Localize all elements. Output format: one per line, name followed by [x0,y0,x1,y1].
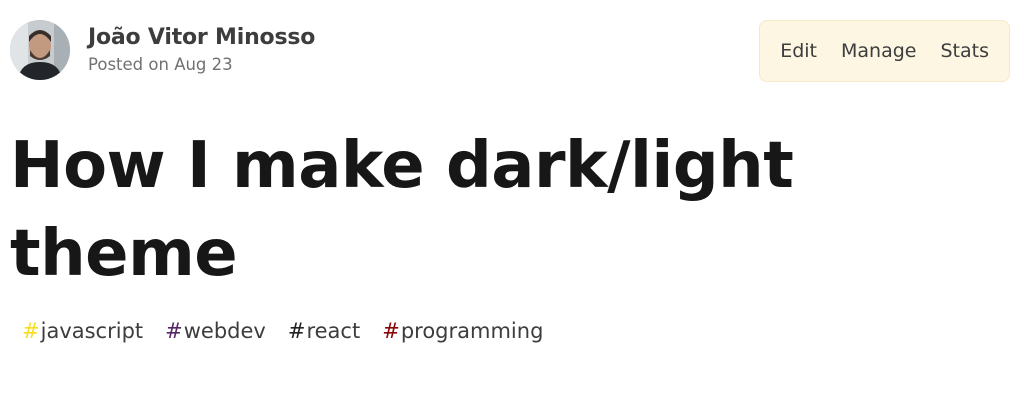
tag-hash: # [287,319,306,343]
tag-name: webdev [183,319,266,343]
author-meta: João Vitor Minosso Posted on Aug 23 [88,24,315,76]
article-header: João Vitor Minosso Posted on Aug 23 Edit… [0,0,1032,402]
tag-name: react [306,319,361,343]
edit-button[interactable]: Edit [768,33,829,69]
tag-hash: # [22,319,40,343]
tag-hash: # [165,319,183,343]
tag-programming[interactable]: #programming [374,313,551,349]
avatar-photo [10,20,70,80]
post-date: Posted on Aug 23 [88,55,233,74]
author-name[interactable]: João Vitor Minosso [88,24,315,52]
tag-name: programming [400,319,544,343]
tag-name: javascript [40,319,144,343]
article-title: How I make dark/light theme [10,129,794,291]
tag-hash: # [382,319,400,343]
author-info: João Vitor Minosso Posted on Aug 23 [10,20,315,80]
tag-javascript[interactable]: #javascript [14,313,151,349]
tag-react[interactable]: #react [280,313,368,349]
author-actions-bar: Edit Manage Stats [759,20,1010,82]
tag-list: #javascript #webdev #react #programming [14,313,557,349]
stats-button[interactable]: Stats [928,33,1001,69]
tag-webdev[interactable]: #webdev [157,313,274,349]
avatar[interactable] [10,20,70,80]
manage-button[interactable]: Manage [829,33,928,69]
